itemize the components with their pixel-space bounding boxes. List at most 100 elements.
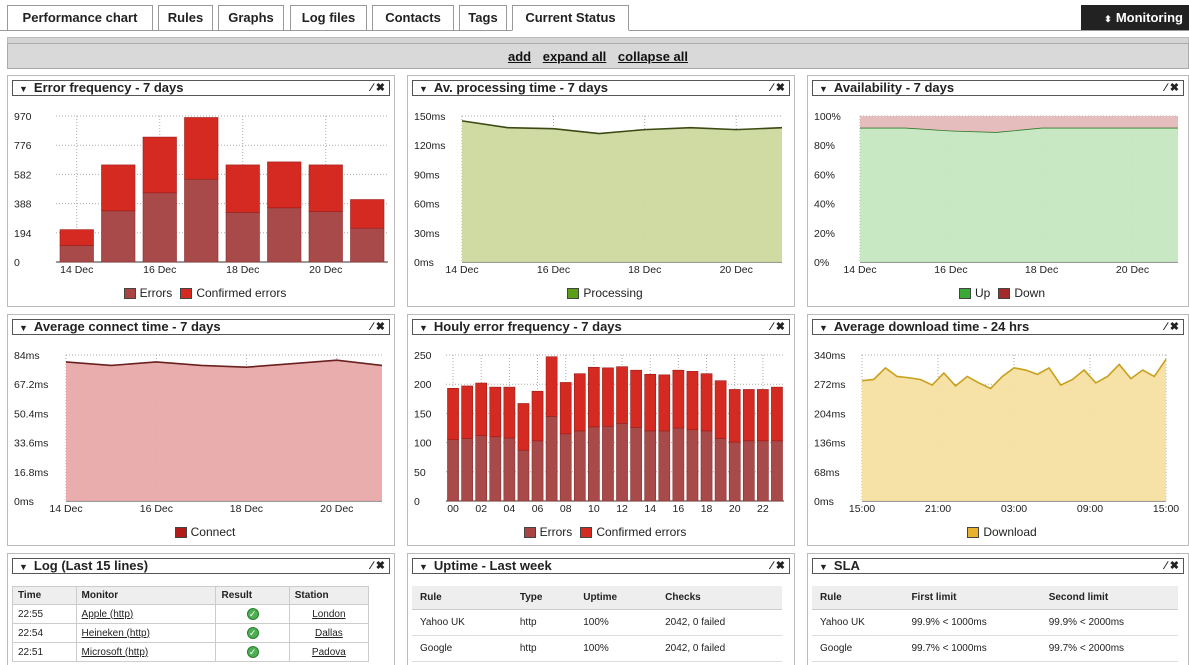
panel-title: Av. processing time - 7 days [433, 80, 609, 95]
errors-bar [644, 430, 657, 502]
tab-log-files[interactable]: Log files [290, 5, 367, 30]
edit-icon[interactable]: ∕ [371, 560, 373, 572]
errors-bar [461, 438, 473, 502]
tab-rules[interactable]: Rules [158, 5, 213, 30]
collapse-triangle-icon[interactable]: ▼ [19, 323, 28, 333]
legend-errors: Errors [139, 286, 173, 300]
station-link[interactable]: London [288, 604, 370, 624]
y-tick-label: 16.8ms [14, 467, 48, 479]
tab-tags[interactable]: Tags [459, 5, 507, 30]
confirmed-errors-bar [531, 390, 544, 442]
y-tick-label: 0ms [414, 257, 434, 269]
x-tick-label: 03:00 [1001, 503, 1027, 515]
collapse-triangle-icon[interactable]: ▼ [419, 562, 428, 572]
confirmed-errors-bar [517, 403, 530, 451]
edit-icon[interactable]: ∕ [771, 560, 773, 572]
y-tick-label: 120ms [414, 140, 446, 152]
errors-bar [559, 433, 572, 502]
log-table: Time Monitor Result Station 22:55 Apple (htt… [12, 586, 370, 662]
close-icon[interactable]: ✖ [376, 82, 385, 94]
close-icon[interactable]: ✖ [1170, 82, 1179, 94]
collapse-triangle-icon[interactable]: ▼ [819, 84, 828, 94]
panel-header: ▼ Average connect time - 7 days ∕ ✖ [12, 319, 390, 335]
add-link[interactable]: add [508, 49, 531, 64]
collapse-triangle-icon[interactable]: ▼ [19, 562, 28, 572]
collapse-triangle-icon[interactable]: ▼ [19, 84, 28, 94]
close-icon[interactable]: ✖ [1170, 321, 1179, 333]
tab-graphs[interactable]: Graphs [218, 5, 284, 30]
errors-bar [517, 449, 530, 502]
y-tick-label: 150ms [414, 111, 446, 123]
collapse-all-link[interactable]: collapse all [618, 49, 688, 64]
confirmed-errors-bar [142, 136, 177, 194]
download-swatch [967, 527, 980, 538]
tab-current-status[interactable]: Current Status [512, 5, 629, 31]
close-icon[interactable]: ✖ [776, 82, 785, 94]
table-row: 22:51 Microsoft (http) ✓ Padova [12, 642, 370, 662]
station-link[interactable]: Dallas [288, 623, 370, 643]
col-first-limit: First limit [903, 586, 1041, 610]
errors-bar [602, 425, 614, 502]
collapse-triangle-icon[interactable]: ▼ [419, 323, 428, 333]
y-tick-label: 340ms [814, 350, 846, 362]
collapse-triangle-icon[interactable]: ▼ [819, 562, 828, 572]
action-bar: add expand all collapse all [7, 43, 1189, 69]
tab-contacts[interactable]: Contacts [372, 5, 454, 30]
monitor-link[interactable]: Microsoft (http) [75, 642, 217, 662]
x-tick-label: 08 [560, 503, 572, 515]
panel-uptime: ▼ Uptime - Last week ∕ ✖ Rule Type Uptime Che… [407, 553, 795, 665]
processing-area [462, 120, 782, 262]
y-tick-label: 0% [814, 257, 829, 269]
monitoring-button[interactable]: ⬍ Monitoring [1081, 5, 1189, 30]
expand-all-link[interactable]: expand all [543, 49, 607, 64]
station-link[interactable]: Padova [288, 642, 370, 662]
y-tick-label: 50.4ms [14, 408, 48, 420]
errors-bar [350, 227, 385, 263]
monitor-link[interactable]: Apple (http) [75, 604, 217, 624]
tab-performance-chart[interactable]: Performance chart [7, 5, 153, 30]
cell: 100% [575, 609, 658, 636]
edit-icon[interactable]: ∕ [371, 321, 373, 333]
edit-icon[interactable]: ∕ [771, 82, 773, 94]
confirmed-errors-bar [101, 164, 136, 212]
confirmed-errors-bar [267, 161, 302, 209]
edit-icon[interactable]: ∕ [1165, 560, 1167, 572]
confirmed-errors-bar [461, 385, 473, 439]
edit-icon[interactable]: ∕ [771, 321, 773, 333]
errors-bar [545, 416, 558, 502]
edit-icon[interactable]: ∕ [371, 82, 373, 94]
x-tick-label: 14 Dec [60, 264, 93, 276]
close-icon[interactable]: ✖ [376, 560, 385, 572]
errors-bar [142, 192, 177, 263]
x-tick-label: 22 [757, 503, 769, 515]
confirmed-errors-bar [757, 389, 769, 442]
collapse-triangle-icon[interactable]: ▼ [419, 84, 428, 94]
x-tick-label: 09:00 [1077, 503, 1103, 515]
close-icon[interactable]: ✖ [1170, 560, 1179, 572]
collapse-triangle-icon[interactable]: ▼ [819, 323, 828, 333]
monitor-link[interactable]: Heineken (http) [75, 623, 217, 643]
errors-bar [267, 207, 302, 263]
download-area [862, 359, 1166, 501]
close-icon[interactable]: ✖ [376, 321, 385, 333]
cell-time: 22:54 [12, 623, 77, 643]
errors-bar [658, 430, 671, 502]
close-icon[interactable]: ✖ [776, 560, 785, 572]
y-tick-label: 67.2ms [14, 379, 48, 391]
edit-icon[interactable]: ∕ [1165, 82, 1167, 94]
y-tick-label: 0 [14, 257, 20, 269]
edit-icon[interactable]: ∕ [1165, 321, 1167, 333]
uptime-table: Rule Type Uptime Checks Yahoo UK http 100% 204… [412, 586, 782, 662]
close-icon[interactable]: ✖ [776, 321, 785, 333]
panel-header: ▼ Average download time - 24 hrs ∕ ✖ [812, 319, 1184, 335]
y-tick-label: 80% [814, 140, 835, 152]
errors-bar [728, 441, 741, 502]
x-tick-label: 14 [644, 503, 656, 515]
errors-bar [616, 423, 628, 502]
panel-title: Availability - 7 days [833, 80, 955, 95]
x-tick-label: 16 [673, 503, 685, 515]
confirmed-errors-bar [714, 380, 727, 439]
confirmed-errors-bar [602, 367, 614, 427]
y-tick-label: 272ms [814, 379, 846, 391]
y-tick-label: 40% [814, 199, 835, 211]
